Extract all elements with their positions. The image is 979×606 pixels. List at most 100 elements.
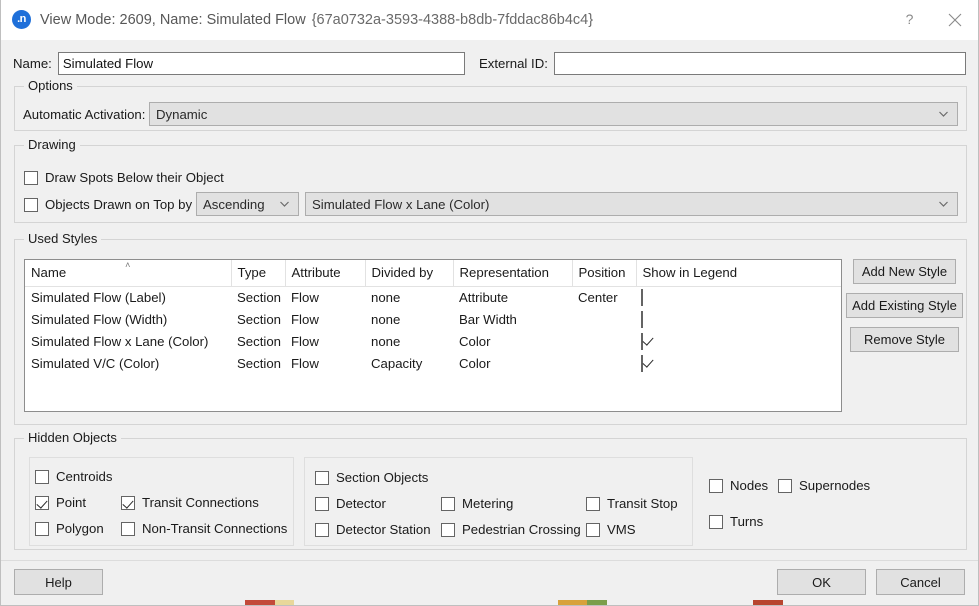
show-in-legend-checkbox[interactable] bbox=[641, 311, 643, 328]
checkbox-box bbox=[315, 523, 329, 537]
vms-checkbox[interactable]: VMS bbox=[586, 522, 636, 537]
table-row[interactable]: Simulated Flow (Width) Section Flow none… bbox=[25, 308, 841, 330]
cell-show-in-legend[interactable] bbox=[636, 286, 841, 308]
cell-name: Simulated Flow (Width) bbox=[25, 308, 231, 330]
detector-station-checkbox[interactable]: Detector Station bbox=[315, 522, 431, 537]
supernodes-checkbox[interactable]: Supernodes bbox=[778, 478, 870, 493]
sort-ascending-icon: ˄ bbox=[125, 261, 130, 269]
name-row: Name: External ID: bbox=[1, 40, 978, 78]
cell-attribute: Flow bbox=[285, 308, 365, 330]
cell-name: Simulated Flow x Lane (Color) bbox=[25, 330, 231, 352]
show-in-legend-checkbox[interactable] bbox=[641, 355, 643, 372]
drawing-legend: Drawing bbox=[24, 137, 80, 152]
centroids-checkbox[interactable]: Centroids bbox=[35, 469, 112, 484]
used-styles-table[interactable]: ˄ Name Type Attribute Divided by Represe… bbox=[24, 259, 842, 412]
table-row[interactable]: Simulated Flow x Lane (Color) Section Fl… bbox=[25, 330, 841, 352]
cell-name: Simulated V/C (Color) bbox=[25, 352, 231, 374]
metering-checkbox[interactable]: Metering bbox=[441, 496, 513, 511]
chevron-down-icon bbox=[938, 109, 949, 120]
window-title-text: View Mode: 2609, Name: Simulated Flow bbox=[40, 12, 306, 28]
automatic-activation-value: Dynamic bbox=[156, 107, 207, 122]
name-input[interactable] bbox=[58, 52, 465, 75]
non-transit-connections-checkbox[interactable]: Non-Transit Connections bbox=[121, 521, 287, 536]
cell-attribute: Flow bbox=[285, 352, 365, 374]
cell-attribute: Flow bbox=[285, 330, 365, 352]
cell-show-in-legend[interactable] bbox=[636, 308, 841, 330]
dialog-footer: Help OK Cancel bbox=[1, 560, 978, 605]
title-bar: .n View Mode: 2609, Name: Simulated Flow… bbox=[1, 0, 978, 40]
table-row[interactable]: Simulated Flow (Label) Section Flow none… bbox=[25, 286, 841, 308]
add-existing-style-button[interactable]: Add Existing Style bbox=[846, 293, 963, 318]
objects-drawn-on-top-label: Objects Drawn on Top by bbox=[45, 197, 192, 212]
column-header-show-in-legend[interactable]: Show in Legend bbox=[636, 260, 841, 286]
column-header-type[interactable]: Type bbox=[231, 260, 285, 286]
window-title: View Mode: 2609, Name: Simulated Flow{67… bbox=[40, 12, 593, 28]
ok-button[interactable]: OK bbox=[777, 569, 866, 595]
polygon-checkbox[interactable]: Polygon bbox=[35, 521, 104, 536]
background-strip bbox=[1, 600, 978, 605]
column-header-position[interactable]: Position bbox=[572, 260, 636, 286]
checkbox-box bbox=[24, 198, 38, 212]
draw-order-combo[interactable]: Ascending bbox=[196, 192, 299, 216]
cancel-button[interactable]: Cancel bbox=[876, 569, 965, 595]
view-mode-dialog: .n View Mode: 2609, Name: Simulated Flow… bbox=[0, 0, 979, 606]
cell-position bbox=[572, 352, 636, 374]
options-legend: Options bbox=[24, 78, 77, 93]
detector-checkbox[interactable]: Detector bbox=[315, 496, 386, 511]
cell-name: Simulated Flow (Label) bbox=[25, 286, 231, 308]
column-header-divided-by[interactable]: Divided by bbox=[365, 260, 453, 286]
checkbox-box bbox=[121, 522, 135, 536]
checkbox-box bbox=[315, 471, 329, 485]
cell-divided-by: Capacity bbox=[365, 352, 453, 374]
pedestrian-crossing-label: Pedestrian Crossing bbox=[462, 522, 581, 537]
nodes-label: Nodes bbox=[730, 478, 768, 493]
checkbox-box bbox=[586, 523, 600, 537]
table-row[interactable]: Simulated V/C (Color) Section Flow Capac… bbox=[25, 352, 841, 374]
cell-show-in-legend[interactable] bbox=[636, 330, 841, 352]
column-header-attribute[interactable]: Attribute bbox=[285, 260, 365, 286]
show-in-legend-checkbox[interactable] bbox=[641, 289, 643, 306]
transit-connections-checkbox[interactable]: Transit Connections bbox=[121, 495, 259, 510]
remove-style-button[interactable]: Remove Style bbox=[850, 327, 959, 352]
nodes-checkbox[interactable]: Nodes bbox=[709, 478, 768, 493]
metering-label: Metering bbox=[462, 496, 513, 511]
chevron-down-icon bbox=[938, 199, 949, 210]
checkbox-box bbox=[778, 479, 792, 493]
objects-drawn-on-top-checkbox[interactable]: Objects Drawn on Top by bbox=[24, 197, 192, 212]
transit-stop-label: Transit Stop bbox=[607, 496, 678, 511]
centroids-label: Centroids bbox=[56, 469, 112, 484]
cell-position bbox=[572, 308, 636, 330]
column-header-name[interactable]: ˄ Name bbox=[25, 260, 231, 286]
dot-n-icon: .n bbox=[12, 10, 31, 29]
turns-checkbox[interactable]: Turns bbox=[709, 514, 763, 529]
section-objects-checkbox[interactable]: Section Objects bbox=[315, 470, 428, 485]
vms-label: VMS bbox=[607, 522, 636, 537]
show-in-legend-checkbox[interactable] bbox=[641, 333, 643, 350]
help-button[interactable]: Help bbox=[14, 569, 103, 595]
cell-position: Center bbox=[572, 286, 636, 308]
turns-label: Turns bbox=[730, 514, 763, 529]
transit-connections-label: Transit Connections bbox=[142, 495, 259, 510]
cell-show-in-legend[interactable] bbox=[636, 352, 841, 374]
cell-representation: Bar Width bbox=[453, 308, 572, 330]
help-icon[interactable]: ? bbox=[886, 0, 932, 39]
external-id-input[interactable] bbox=[554, 52, 966, 75]
draw-order-style-combo[interactable]: Simulated Flow x Lane (Color) bbox=[305, 192, 958, 216]
automatic-activation-combo[interactable]: Dynamic bbox=[149, 102, 958, 126]
column-header-representation[interactable]: Representation bbox=[453, 260, 572, 286]
polygon-label: Polygon bbox=[56, 521, 104, 536]
point-checkbox[interactable]: Point bbox=[35, 495, 86, 510]
draw-spots-below-checkbox[interactable]: Draw Spots Below their Object bbox=[24, 170, 224, 185]
chevron-down-icon bbox=[279, 199, 290, 210]
add-new-style-button[interactable]: Add New Style bbox=[853, 259, 956, 284]
point-label: Point bbox=[56, 495, 86, 510]
automatic-activation-label: Automatic Activation: bbox=[23, 107, 145, 122]
pedestrian-crossing-checkbox[interactable]: Pedestrian Crossing bbox=[441, 522, 581, 537]
cell-position bbox=[572, 330, 636, 352]
non-transit-connections-label: Non-Transit Connections bbox=[142, 521, 287, 536]
transit-stop-checkbox[interactable]: Transit Stop bbox=[586, 496, 678, 511]
cell-type: Section bbox=[231, 330, 285, 352]
close-icon[interactable] bbox=[932, 0, 978, 39]
checkbox-box bbox=[121, 496, 135, 510]
checkbox-box bbox=[24, 171, 38, 185]
